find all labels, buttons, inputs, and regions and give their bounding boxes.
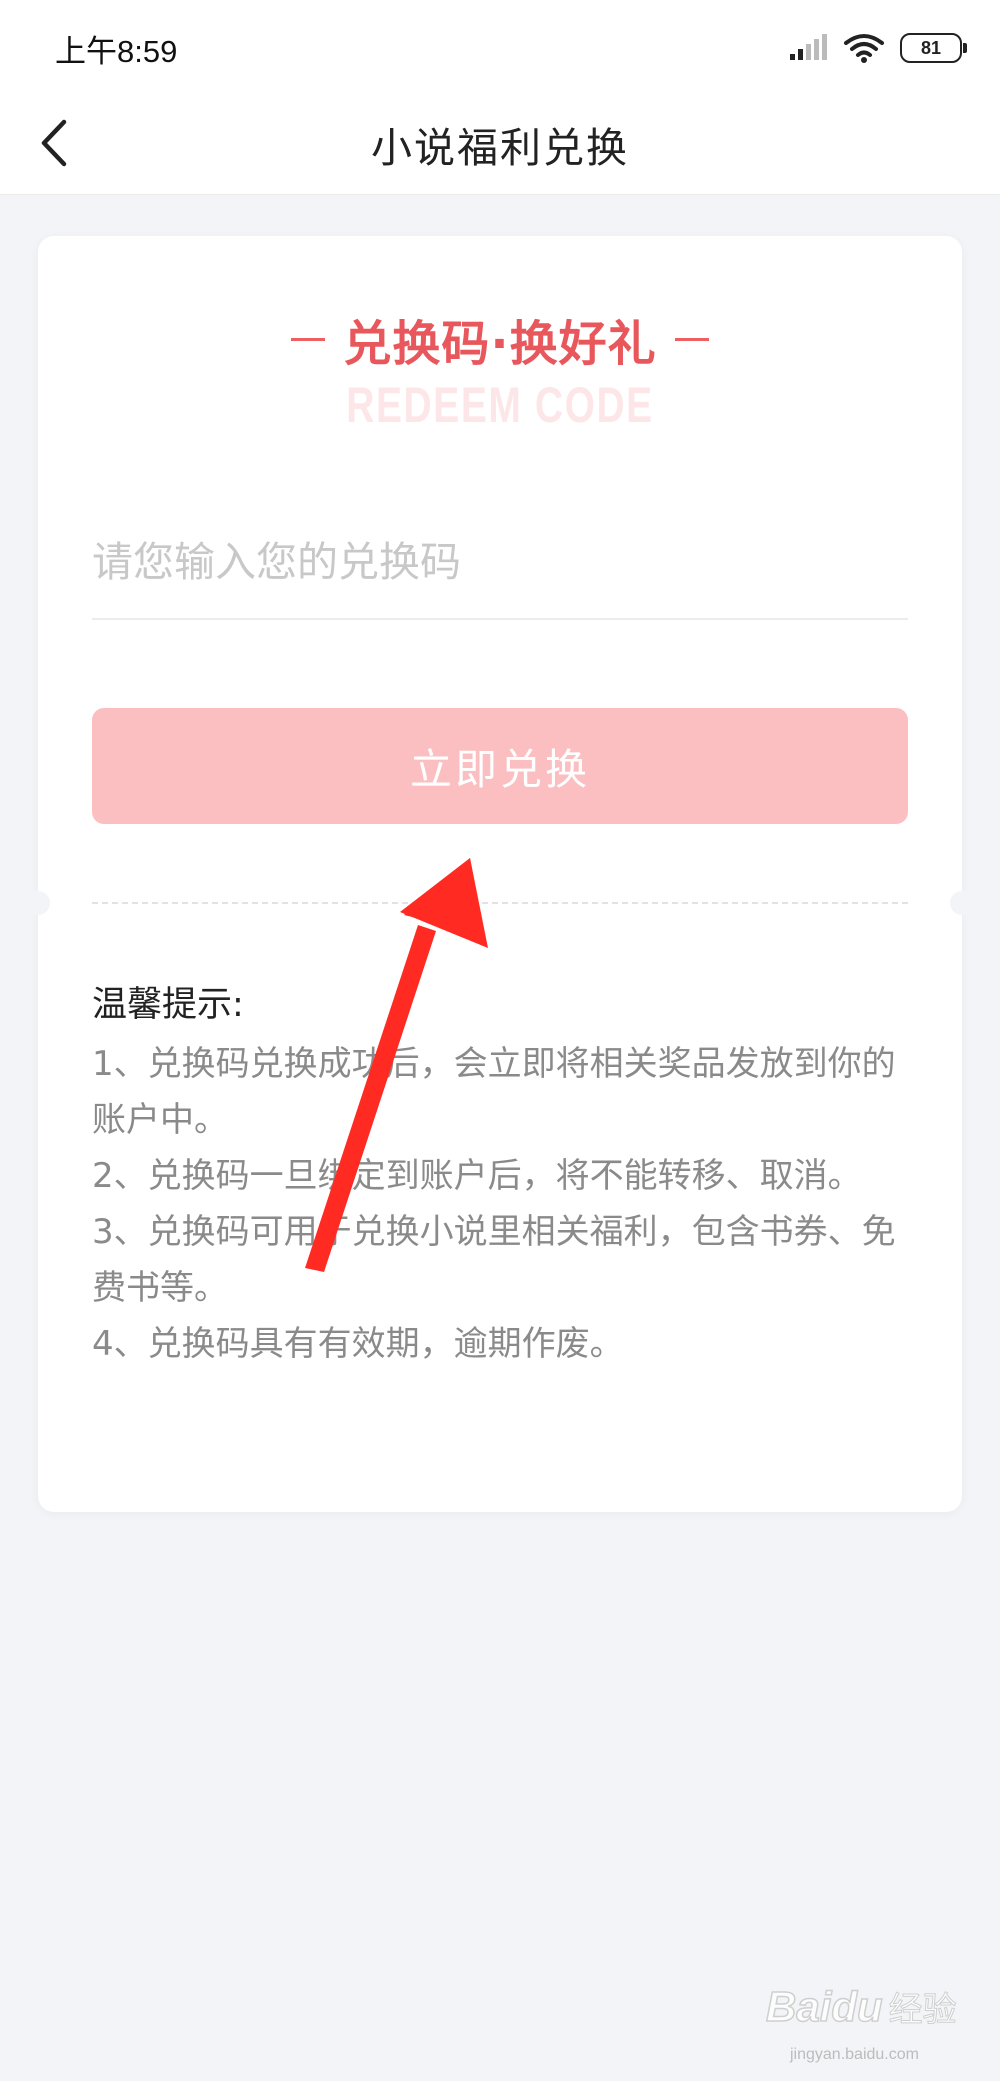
- battery-level: 81: [920, 37, 942, 58]
- signal-icon: [790, 34, 827, 60]
- nav-bar: 小说福利兑换: [0, 92, 1000, 195]
- card-subheading: REDEEM CODE: [346, 377, 654, 433]
- redeem-code-input[interactable]: [92, 506, 908, 620]
- status-bar: 上午8:59 81: [0, 0, 1000, 92]
- tip-item: 4、兑换码具有有效期，逾期作废。: [92, 1324, 624, 1364]
- tip-item: 1、兑换码兑换成功后，会立即将相关奖品发放到你的账户中。: [92, 1044, 896, 1140]
- dashed-divider: [92, 902, 908, 904]
- heading-dash-right: [674, 337, 709, 341]
- watermark-suffix: 经验: [888, 1990, 957, 2031]
- tip-item: 2、兑换码一旦绑定到账户后，将不能转移、取消。: [92, 1156, 862, 1196]
- card-notch-right: [950, 891, 974, 915]
- watermark-url: jingyan.baidu.com: [790, 2046, 919, 2063]
- watermark-brand: Baidu: [765, 1982, 883, 2031]
- card-heading: 兑换码·换好礼: [343, 316, 657, 372]
- battery-icon: 81: [900, 33, 967, 63]
- redeem-card: 兑换码·换好礼 REDEEM CODE 立即兑换 温馨提示: 1、兑换码兑换成功…: [26, 236, 974, 1512]
- baidu-watermark: Baidu 经验: [765, 1982, 957, 2031]
- status-time: 上午8:59: [55, 34, 178, 69]
- page-title: 小说福利兑换: [371, 124, 629, 172]
- wifi-icon: [844, 34, 884, 63]
- heading-dash-left: [291, 337, 326, 341]
- card-notch-left: [26, 891, 50, 915]
- status-icons: 81: [790, 30, 967, 66]
- tip-item: 3、兑换码可用于兑换小说里相关福利，包含书券、免费书等。: [92, 1212, 896, 1308]
- tips-list: 1、兑换码兑换成功后，会立即将相关奖品发放到你的账户中。 2、兑换码一旦绑定到账…: [92, 1036, 908, 1372]
- heading-row: 兑换码·换好礼: [38, 304, 962, 374]
- redeem-button[interactable]: 立即兑换: [92, 708, 908, 824]
- tips-title: 温馨提示:: [92, 985, 244, 1025]
